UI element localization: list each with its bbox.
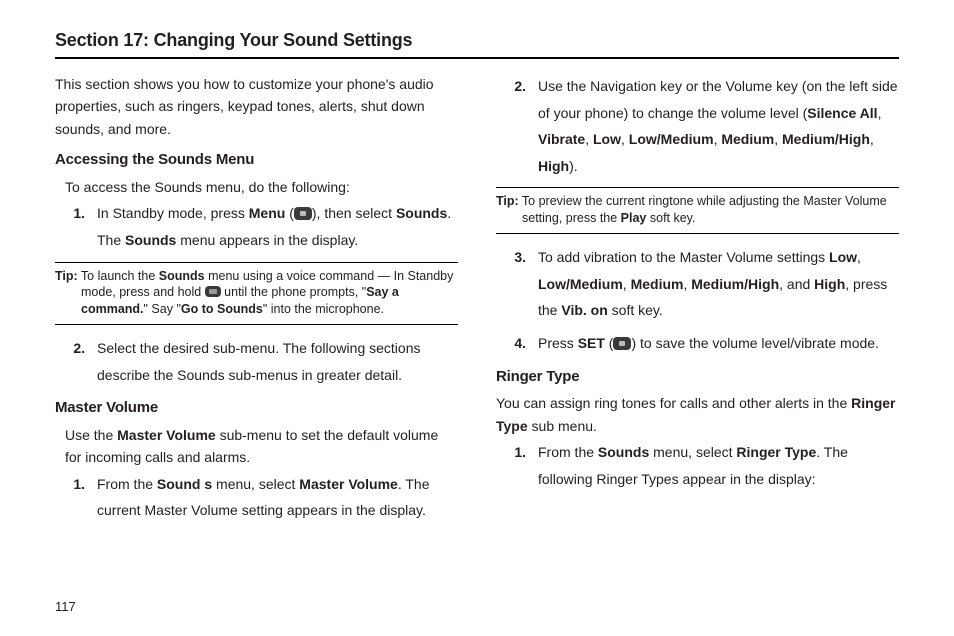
step-text: From the Sound s menu, select Master Vol…: [97, 471, 458, 524]
intro-paragraph: This section shows you how to customize …: [55, 73, 458, 140]
tip-box: Tip: To preview the current ringtone whi…: [496, 187, 899, 234]
step-text: Select the desired sub-menu. The followi…: [97, 335, 458, 388]
list-item: 2. Use the Navigation key or the Volume …: [496, 73, 899, 179]
step-number: 1.: [496, 439, 538, 492]
ringer-type-steps: 1. From the Sounds menu, select Ringer T…: [496, 439, 899, 492]
page-number: 117: [55, 599, 76, 614]
ok-key-icon: [613, 337, 631, 350]
step-number: 2.: [496, 73, 538, 179]
list-item: 1. From the Sounds menu, select Ringer T…: [496, 439, 899, 492]
step-number: 2.: [55, 335, 97, 388]
master-volume-steps: 1. From the Sound s menu, select Master …: [55, 471, 458, 524]
list-item: 4. Press SET () to save the volume level…: [496, 330, 899, 357]
right-column: 2. Use the Navigation key or the Volume …: [496, 73, 899, 530]
access-steps: 1. In Standby mode, press Menu (), then …: [55, 200, 458, 253]
tip-label: Tip:: [496, 194, 519, 208]
step-number: 4.: [496, 330, 538, 357]
access-steps-cont: 2. Select the desired sub-menu. The foll…: [55, 335, 458, 388]
step-text: Use the Navigation key or the Volume key…: [538, 73, 899, 179]
subhead-accessing: Accessing the Sounds Menu: [55, 146, 458, 174]
step-number: 3.: [496, 244, 538, 324]
list-item: 1. From the Sound s menu, select Master …: [55, 471, 458, 524]
step-text: To add vibration to the Master Volume se…: [538, 244, 899, 324]
ok-key-icon: [294, 207, 312, 220]
section-title: Section 17: Changing Your Sound Settings: [55, 30, 899, 51]
list-item: 2. Select the desired sub-menu. The foll…: [55, 335, 458, 388]
title-rule: [55, 57, 899, 59]
two-column-layout: This section shows you how to customize …: [55, 73, 899, 530]
tip-label: Tip:: [55, 269, 78, 283]
step-text: In Standby mode, press Menu (), then sel…: [97, 200, 458, 253]
subhead-master-volume: Master Volume: [55, 394, 458, 422]
master-volume-steps-cont2: 3. To add vibration to the Master Volume…: [496, 244, 899, 356]
master-volume-steps-cont: 2. Use the Navigation key or the Volume …: [496, 73, 899, 179]
list-item: 1. In Standby mode, press Menu (), then …: [55, 200, 458, 253]
ringer-lead: You can assign ring tones for calls and …: [496, 392, 899, 437]
left-column: This section shows you how to customize …: [55, 73, 458, 530]
voice-key-icon: [205, 286, 221, 297]
step-text: Press SET () to save the volume level/vi…: [538, 330, 899, 357]
subhead-ringer-type: Ringer Type: [496, 363, 899, 391]
step-number: 1.: [55, 471, 97, 524]
master-lead: Use the Master Volume sub-menu to set th…: [65, 424, 458, 469]
tip-box: Tip: To launch the Sounds menu using a v…: [55, 262, 458, 326]
step-number: 1.: [55, 200, 97, 253]
list-item: 3. To add vibration to the Master Volume…: [496, 244, 899, 324]
step-text: From the Sounds menu, select Ringer Type…: [538, 439, 899, 492]
access-lead: To access the Sounds menu, do the follow…: [65, 176, 458, 198]
